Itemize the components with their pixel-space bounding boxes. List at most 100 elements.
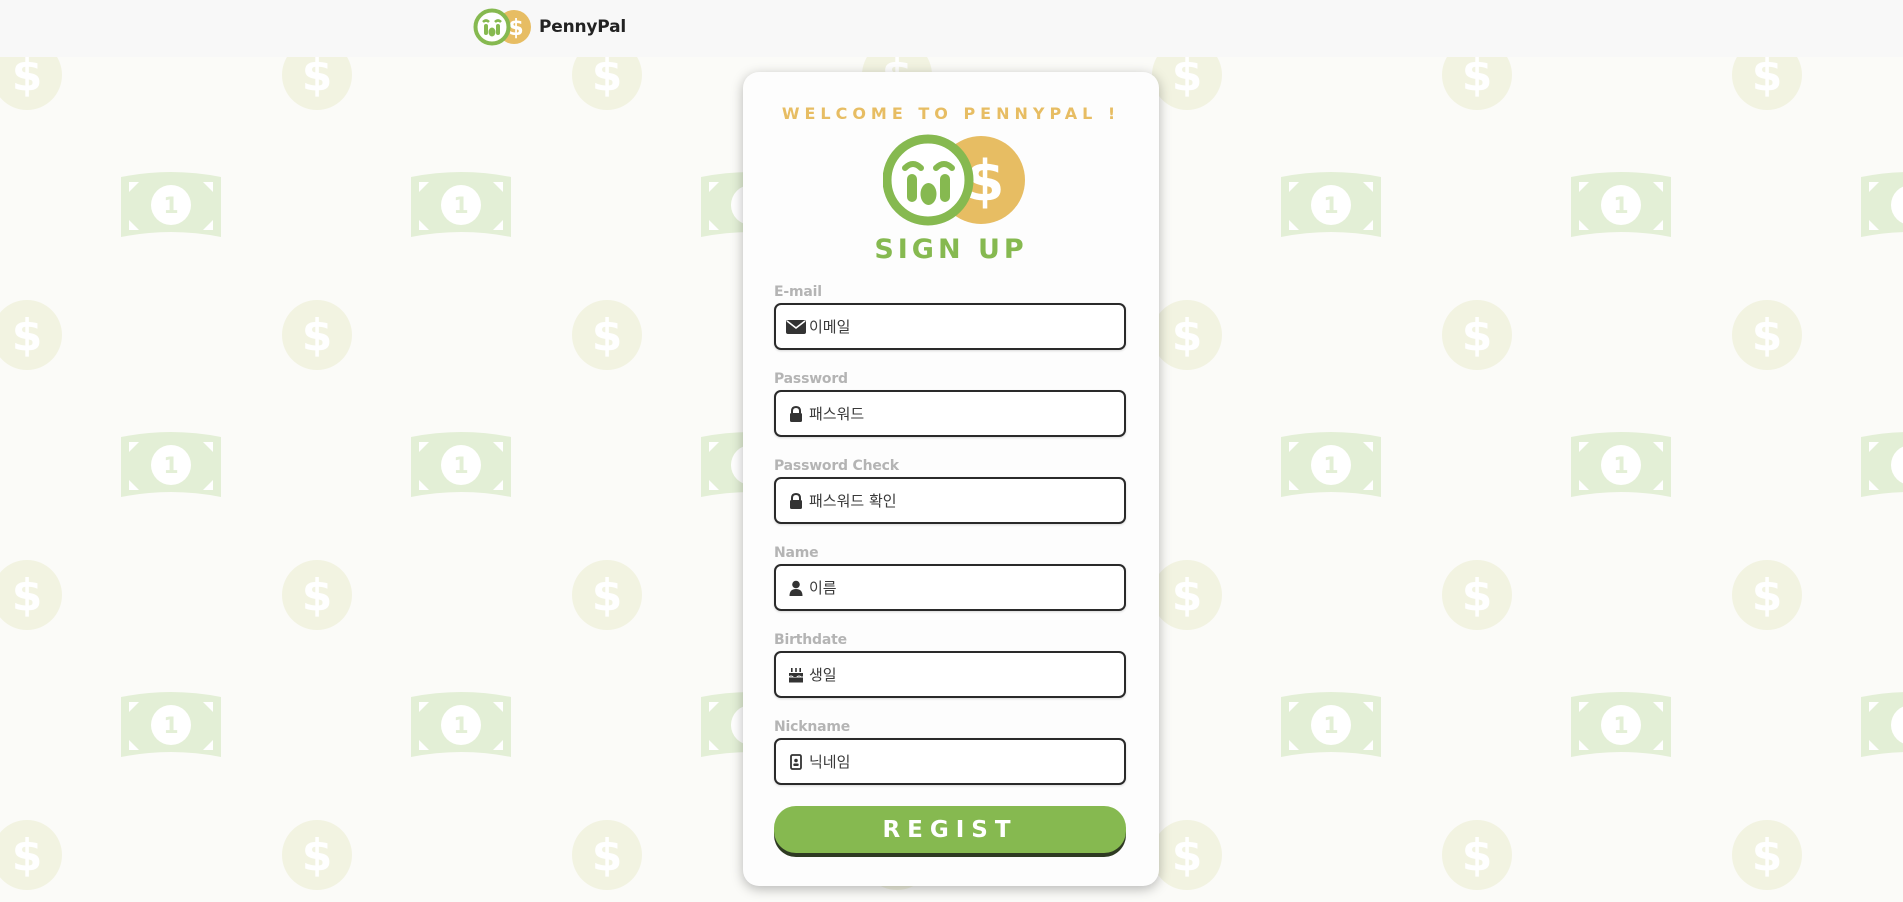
banknote-icon: 1 [121,692,221,757]
password-check-field-group: Password Check [774,458,1126,524]
svg-text:1: 1 [163,194,178,219]
dollar-coin-icon: $ [282,560,352,630]
banknote-icon: 1 [1571,432,1671,497]
user-icon [785,578,807,598]
svg-text:1: 1 [163,454,178,479]
banknote-icon: 1 [1281,172,1381,237]
nickname-field-group: Nickname [774,719,1126,785]
pennypal-logo-icon: $ [473,8,531,46]
birthday-cake-icon [785,665,807,685]
birthdate-label: Birthdate [774,632,847,648]
welcome-heading: WELCOME TO PENNYPAL ! [781,104,1121,123]
banknote-icon: 1 [411,432,511,497]
svg-text:1: 1 [453,454,468,479]
birthdate-field-group: Birthdate [774,632,1126,698]
svg-text:$: $ [1752,570,1783,621]
dollar-coin-icon: $ [1732,820,1802,890]
name-label: Name [774,545,819,561]
svg-text:1: 1 [1613,454,1628,479]
svg-text:1: 1 [163,714,178,739]
svg-text:1: 1 [453,194,468,219]
name-field-group: Name [774,545,1126,611]
dollar-coin-icon: $ [572,560,642,630]
email-input-box[interactable] [774,303,1126,350]
banknote-icon: 1 [1571,172,1671,237]
svg-text:$: $ [12,830,43,881]
page-title: SIGN UP [874,234,1028,265]
birthdate-input-box[interactable] [774,651,1126,698]
password-label: Password [774,371,848,387]
svg-text:1: 1 [453,714,468,739]
svg-text:1: 1 [1323,454,1338,479]
svg-text:1: 1 [1613,194,1628,219]
svg-text:$: $ [12,50,43,101]
banknote-icon: 1 [411,172,511,237]
banknote-icon: 1 [1281,692,1381,757]
svg-text:$: $ [12,570,43,621]
banknote-icon: 1 [1861,692,1903,757]
banknote-icon: 1 [121,172,221,237]
banknote-icon: 1 [1861,172,1903,237]
regist-button[interactable]: REGIST [774,806,1126,853]
birthdate-input[interactable] [809,665,1109,684]
password-check-input[interactable] [809,491,1109,510]
svg-text:1: 1 [1613,714,1628,739]
banknote-icon: 1 [121,432,221,497]
dollar-coin-icon: $ [282,820,352,890]
svg-text:$: $ [592,50,623,101]
dollar-coin-icon: $ [282,300,352,370]
password-check-input-box[interactable] [774,477,1126,524]
lock-icon [785,491,807,511]
brand-name: PennyPal [539,17,626,37]
svg-text:$: $ [508,16,523,41]
dollar-coin-icon: $ [0,300,62,370]
svg-text:$: $ [1462,570,1493,621]
nickname-label: Nickname [774,719,851,735]
svg-text:$: $ [1462,50,1493,101]
svg-text:$: $ [1172,310,1203,361]
top-header: $ PennyPal [0,0,1903,57]
dollar-coin-icon: $ [1442,820,1512,890]
dollar-coin-icon: $ [572,300,642,370]
svg-text:$: $ [302,570,333,621]
banknote-icon: 1 [1281,432,1381,497]
email-input[interactable] [809,317,1109,336]
email-field-group: E-mail [774,284,1126,350]
password-field-group: Password [774,371,1126,437]
nickname-input-box[interactable] [774,738,1126,785]
name-input[interactable] [809,578,1109,597]
svg-text:$: $ [12,310,43,361]
brand[interactable]: $ PennyPal [473,8,626,46]
svg-text:$: $ [1462,830,1493,881]
banknote-icon: 1 [1571,692,1671,757]
svg-text:$: $ [592,310,623,361]
dollar-coin-icon: $ [0,820,62,890]
password-input[interactable] [809,404,1109,423]
svg-text:$: $ [302,310,333,361]
svg-text:$: $ [592,570,623,621]
svg-text:$: $ [1752,830,1783,881]
dollar-coin-icon: $ [572,820,642,890]
dollar-coin-icon: $ [1152,560,1222,630]
svg-text:1: 1 [1323,194,1338,219]
signup-card: WELCOME TO PENNYPAL ! $ SIGN UP E-mail P… [743,72,1159,886]
svg-text:$: $ [1752,310,1783,361]
dollar-coin-icon: $ [1442,300,1512,370]
svg-text:$: $ [1172,50,1203,101]
pennypal-logo-icon: $ [883,134,1025,226]
banknote-icon: 1 [411,692,511,757]
id-badge-icon [785,752,807,772]
password-input-box[interactable] [774,390,1126,437]
svg-text:$: $ [1172,570,1203,621]
name-input-box[interactable] [774,564,1126,611]
svg-text:$: $ [1172,830,1203,881]
lock-icon [785,404,807,424]
envelope-icon [785,317,807,337]
nickname-input[interactable] [809,752,1109,771]
dollar-coin-icon: $ [1732,300,1802,370]
svg-text:$: $ [1752,50,1783,101]
svg-text:$: $ [302,50,333,101]
banknote-icon: 1 [1861,432,1903,497]
dollar-coin-icon: $ [0,560,62,630]
svg-text:$: $ [302,830,333,881]
